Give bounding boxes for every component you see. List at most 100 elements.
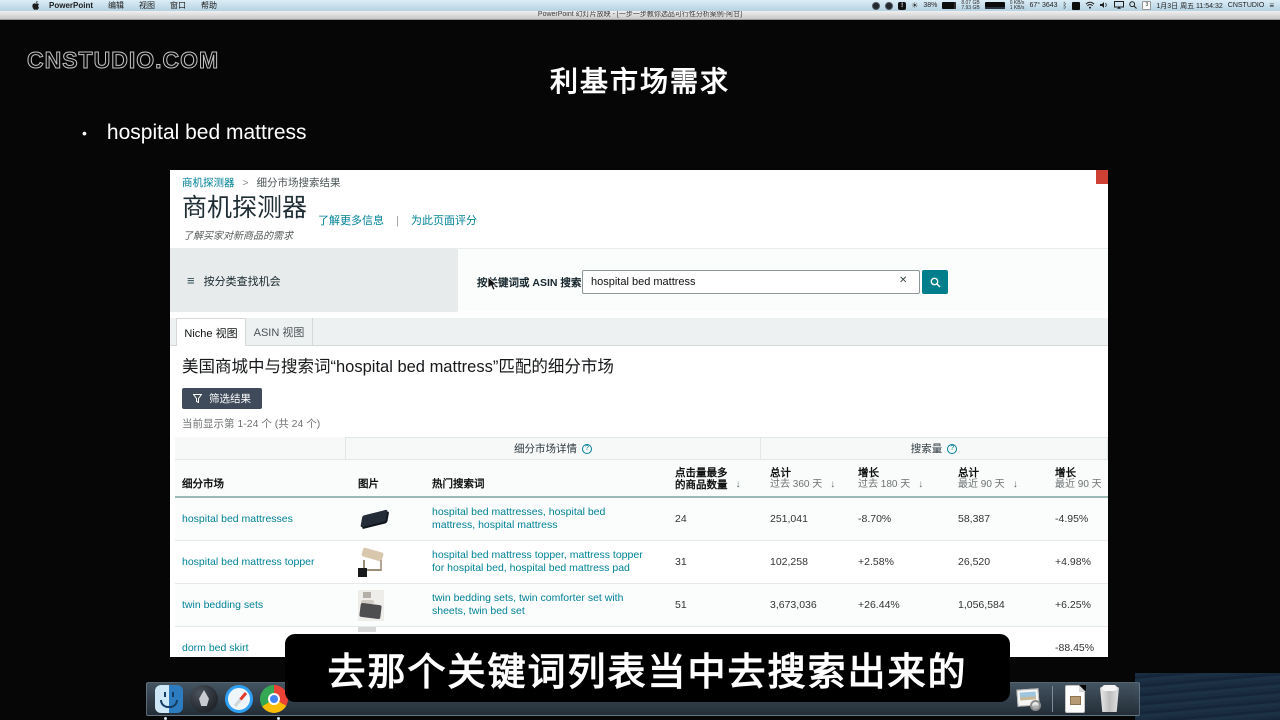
browse-categories-button[interactable]: ≡ 按分类查找机会: [170, 249, 458, 312]
table-row: hospital bed mattresses hospital bed mat…: [175, 498, 1108, 541]
bluetooth-icon[interactable]: ᛒ: [1063, 2, 1068, 10]
rate-page-link[interactable]: 为此页面评分: [411, 215, 477, 227]
col-header-total-360[interactable]: 总计过去 360 天 ↓: [760, 460, 845, 496]
search-band: ≡ 按分类查找机会 按关键词或 ASIN 搜索 ✕: [170, 248, 1108, 311]
growth-180-value: +2.58%: [845, 541, 945, 584]
help-icon[interactable]: ?: [947, 444, 957, 454]
niche-thumbnail: [345, 584, 430, 627]
niches-table: 细分市场详情 ? 搜索量 ? 细分市场 图片 热门搜索词 点击量最多的商品数量 …: [175, 437, 1108, 657]
col-header-niche: 细分市场: [175, 460, 345, 496]
niche-thumbnail: [345, 541, 430, 584]
help-icon[interactable]: ?: [582, 444, 592, 454]
menu-item-help[interactable]: 帮助: [201, 0, 217, 11]
dock-icon-safari[interactable]: [225, 685, 253, 713]
tab-niche-view[interactable]: Niche 视图: [176, 318, 246, 346]
apple-menu-icon[interactable]: [32, 1, 40, 10]
video-subtitle-caption: 去那个关键词列表当中去搜索出来的: [285, 634, 1010, 702]
sort-arrow-icon[interactable]: ↓: [1013, 479, 1018, 491]
dock-icon-preview[interactable]: [1015, 685, 1043, 713]
tray-icon-1[interactable]: [872, 2, 880, 10]
input-method-icon[interactable]: [1072, 2, 1080, 10]
search-button[interactable]: [922, 270, 948, 294]
total-360-value: 102,258: [760, 541, 845, 584]
clear-search-icon[interactable]: ✕: [899, 275, 907, 286]
table-row: twin bedding sets twin bedding sets, twi…: [175, 584, 1108, 627]
menu-item-window[interactable]: 窗口: [170, 0, 186, 11]
twin-bed-image: [358, 590, 384, 621]
menu-bar-status-area: ! ☀ 38% 8.07 GB 7.93 GB 0 KB/s 1 KB/s 67…: [872, 1, 1274, 11]
growth-90-value: +6.25%: [1040, 584, 1108, 627]
niche-thumbnail: [345, 498, 430, 541]
col-header-growth-90[interactable]: 增长最近 90 天: [1040, 460, 1108, 496]
col-header-keywords: 热门搜索词: [430, 460, 665, 496]
keyword-search-input[interactable]: [582, 270, 920, 294]
desktop-wallpaper: [1135, 673, 1280, 720]
menu-item-view[interactable]: 视图: [139, 0, 155, 11]
slide-title: 利基市场需求: [0, 60, 1280, 100]
magnifier-icon: [930, 277, 941, 288]
results-count: 当前显示第 1-24 个 (共 24 个): [182, 416, 320, 431]
desktop-screen: PowerPoint 编辑 视图 窗口 帮助 ! ☀ 38% 8.07 GB 7…: [0, 0, 1280, 720]
top-products-value: 31: [665, 541, 760, 584]
view-tab-bar: Niche 视图 ASIN 视图: [170, 318, 1108, 346]
hamburger-icon: ≡: [187, 274, 195, 287]
niche-link[interactable]: hospital bed mattresses: [175, 498, 345, 541]
calendar-icon[interactable]: 3: [1142, 1, 1151, 10]
growth-180-value: -8.70%: [845, 498, 945, 541]
menu-item-edit[interactable]: 编辑: [108, 0, 124, 11]
group-header-volume: 搜索量 ?: [760, 437, 1108, 460]
window-title: PowerPoint 幻灯片放映 - [一步一步教你选品可行性分析案例-阿甘]: [538, 11, 742, 18]
menu-item-app[interactable]: PowerPoint: [49, 1, 93, 10]
brightness-icon[interactable]: ☀: [911, 1, 918, 10]
memory-readout[interactable]: 8.07 GB 7.93 GB: [961, 1, 979, 11]
dock-icon-document[interactable]: [1061, 685, 1089, 713]
dock-icon-trash[interactable]: [1096, 685, 1124, 713]
dock-icon-launchpad[interactable]: [190, 685, 218, 713]
dock-icon-chrome[interactable]: [260, 685, 288, 713]
network-readout[interactable]: 0 KB/s 1 KB/s: [1010, 1, 1025, 11]
window-title-bar: PowerPoint 幻灯片放映 - [一步一步教你选品可行性分析案例-阿甘]: [0, 11, 1280, 20]
col-header-total-90[interactable]: 总计最近 90 天 ↓: [945, 460, 1040, 496]
memory-meter-icon[interactable]: [985, 2, 1005, 9]
battery-meter-icon[interactable]: [942, 2, 956, 9]
menu-bar-username[interactable]: CNSTUDIO: [1228, 2, 1265, 9]
temperature-readout[interactable]: 67° 3643: [1029, 2, 1057, 9]
top-keywords-link[interactable]: hospital bed mattress topper, mattress t…: [430, 541, 665, 584]
spotlight-icon[interactable]: [1129, 1, 1137, 11]
wifi-icon[interactable]: [1085, 1, 1095, 11]
menu-bar-clock[interactable]: 1月3日 周五 11:54:32: [1156, 1, 1222, 11]
group-header-details: 细分市场详情 ?: [345, 437, 760, 460]
growth-90-value: -4.95%: [1040, 498, 1108, 541]
page-tagline: 了解买家对新商品的需求: [183, 227, 293, 242]
display-mirroring-icon[interactable]: [1114, 1, 1124, 11]
niche-link[interactable]: twin bedding sets: [175, 584, 345, 627]
alert-tray-icon[interactable]: !: [898, 2, 906, 10]
top-keywords-link[interactable]: twin bedding sets, twin comforter set wi…: [430, 584, 665, 627]
battery-percent[interactable]: 38%: [923, 2, 937, 9]
growth-90-value: +4.98%: [1040, 541, 1108, 584]
filter-results-button[interactable]: 筛选结果: [182, 388, 262, 409]
sort-arrow-icon[interactable]: ↓: [918, 479, 923, 491]
growth-90-value: -88.45%: [1040, 627, 1108, 657]
volume-icon[interactable]: [1100, 1, 1109, 11]
niche-link[interactable]: hospital bed mattress topper: [175, 541, 345, 584]
dock-icon-finder[interactable]: [155, 685, 183, 713]
tab-asin-view[interactable]: ASIN 视图: [246, 318, 313, 346]
growth-180-value: +26.44%: [845, 584, 945, 627]
notification-center-icon[interactable]: ≡: [1269, 1, 1274, 10]
total-90-value: 58,387: [945, 498, 1040, 541]
top-keywords-link[interactable]: hospital bed mattresses, hospital bed ma…: [430, 498, 665, 541]
sort-arrow-icon[interactable]: ↓: [736, 479, 741, 491]
learn-more-link[interactable]: 了解更多信息: [318, 215, 384, 227]
table-column-header-row: 细分市场 图片 热门搜索词 点击量最多的商品数量 ↓ 总计过去 360 天 ↓ …: [175, 460, 1108, 498]
col-header-growth-180[interactable]: 增长过去 180 天 ↓: [845, 460, 945, 496]
top-products-value: 24: [665, 498, 760, 541]
bullet-dot: •: [82, 125, 87, 141]
sort-arrow-icon[interactable]: ↓: [830, 479, 835, 491]
tray-icon-2[interactable]: [885, 2, 893, 10]
top-products-value: 51: [665, 584, 760, 627]
mouse-cursor: [487, 276, 499, 297]
col-header-top-products[interactable]: 点击量最多的商品数量 ↓: [665, 460, 760, 496]
opportunity-explorer-screenshot: 商机探测器 > 细分市场搜索结果 商机探测器 了解更多信息 | 为此页面评分 了…: [170, 170, 1108, 657]
link-divider: |: [396, 215, 399, 227]
